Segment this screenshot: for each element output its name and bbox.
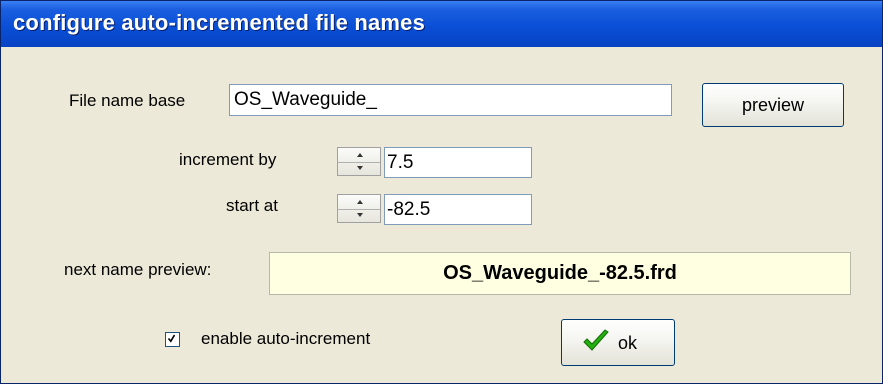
enable-auto-increment-checkbox[interactable] [165, 332, 180, 347]
file-name-base-input[interactable]: OS_Waveguide_ [229, 84, 672, 116]
file-name-base-label: File name base [69, 91, 186, 110]
start-up-arrow-icon[interactable] [338, 195, 380, 210]
increment-by-label: increment by [179, 150, 277, 169]
increment-by-input[interactable]: 7.5 [384, 147, 532, 178]
ok-button-label: ok [618, 333, 638, 353]
enable-auto-increment-label: enable auto-increment [201, 329, 371, 348]
start-down-arrow-icon[interactable] [338, 209, 380, 223]
start-at-label: start at [226, 196, 278, 215]
green-checkmark-icon [583, 329, 609, 351]
next-name-preview-label: next name preview: [64, 260, 212, 279]
start-at-input[interactable]: -82.5 [384, 194, 532, 225]
ok-button[interactable]: ok [561, 319, 675, 366]
preview-button[interactable]: preview [702, 83, 844, 127]
start-at-spinner[interactable] [337, 194, 381, 223]
dialog-content: File name base OS_Waveguide_ preview inc… [11, 53, 872, 373]
increment-by-spinner[interactable] [337, 147, 381, 176]
increment-up-arrow-icon[interactable] [338, 148, 380, 163]
increment-down-arrow-icon[interactable] [338, 162, 380, 176]
next-name-preview-display: OS_Waveguide_-82.5.frd [269, 252, 851, 295]
checkbox-check-icon [168, 334, 175, 343]
dialog-window: configure auto-incremented file names Fi… [0, 0, 883, 384]
window-title: configure auto-incremented file names [13, 10, 426, 35]
title-bar[interactable]: configure auto-incremented file names [1, 1, 882, 47]
preview-button-label: preview [741, 95, 805, 115]
